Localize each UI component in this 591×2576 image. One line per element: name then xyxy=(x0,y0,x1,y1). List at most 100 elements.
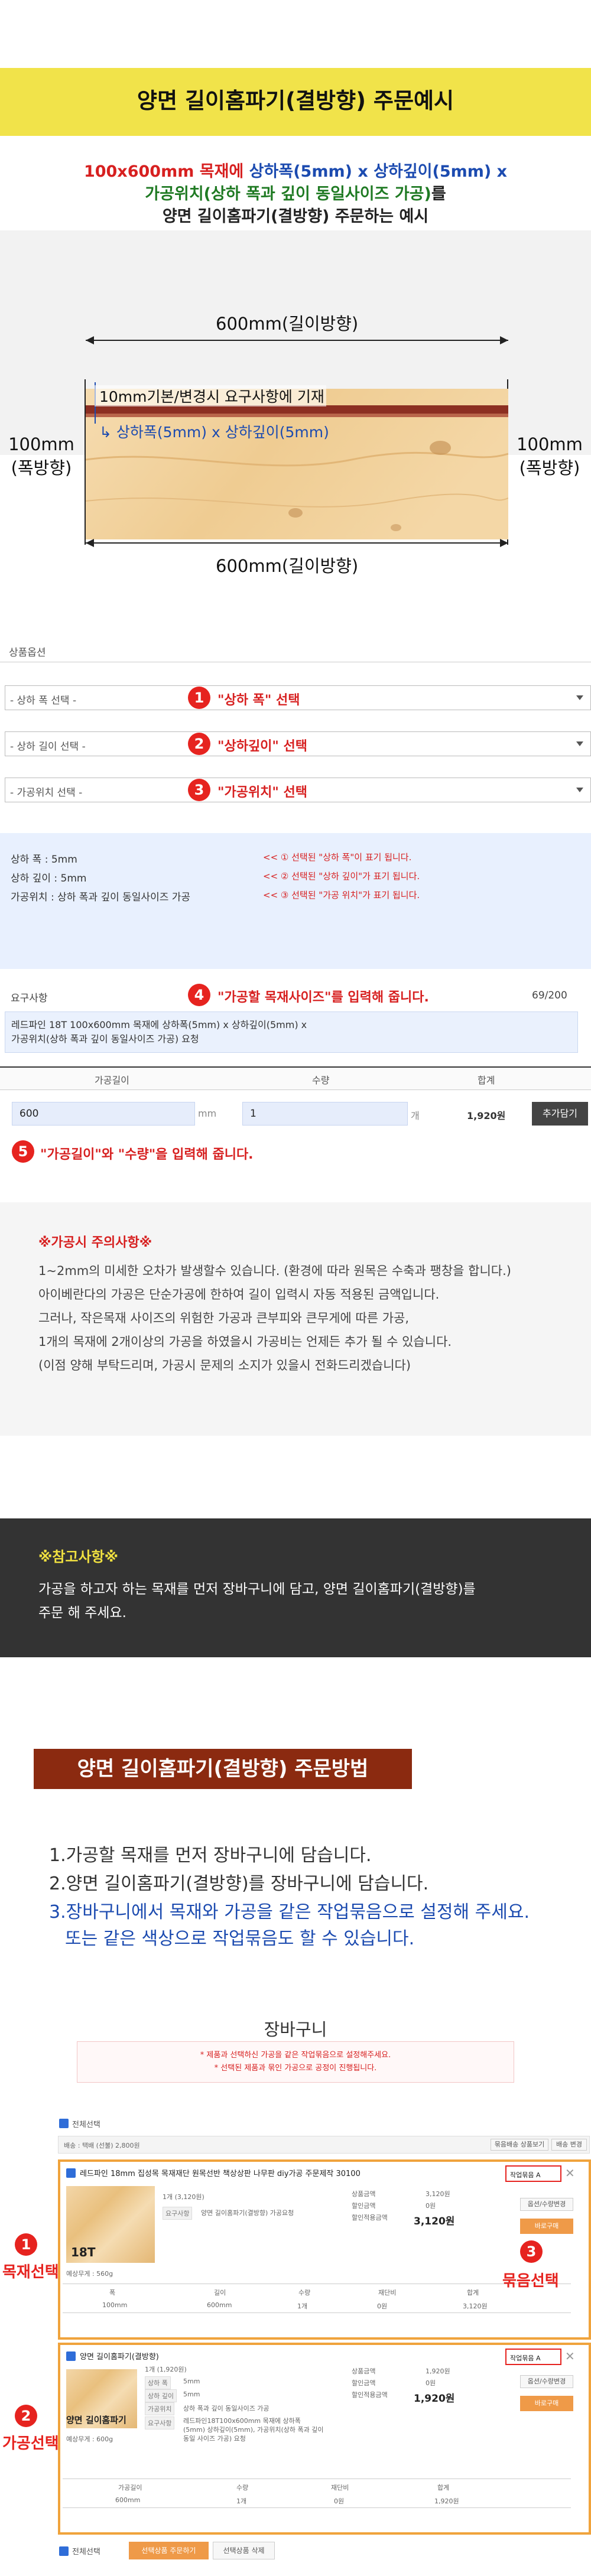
work-group-select[interactable]: 작업묶음 A xyxy=(505,2165,561,2182)
step-badge-5: 5 xyxy=(12,1140,34,1163)
cart-notice: * 제품과 선택하신 가공을 같은 작업묶음으로 설정해주세요. * 선택된 제… xyxy=(77,2041,514,2083)
order-selected-button[interactable]: 선택상품 주문하기 xyxy=(129,2542,209,2559)
col-total: 합계 xyxy=(478,1075,495,1086)
selected-depth: 상하 깊이 : 5mm xyxy=(11,873,87,884)
spec-value: 3,120원 xyxy=(463,2302,488,2310)
position-select-note: "가공위치" 선택 xyxy=(217,785,308,800)
cart-badge-3: 3 xyxy=(520,2240,543,2263)
item-spec-table xyxy=(63,2284,571,2313)
method-step2: 2.양면 길이홈파기(결방향)를 장바구니에 담습니다. xyxy=(49,1874,429,1894)
buy-now-button[interactable]: 바로구매 xyxy=(520,2219,573,2234)
change-option-button[interactable]: 옵션/수량변경 xyxy=(520,2198,573,2211)
close-icon[interactable]: ✕ xyxy=(565,2349,575,2363)
caution-title: ※가공시 주의사항※ xyxy=(38,1235,152,1250)
position-select-value: - 가공위치 선택 - xyxy=(10,787,83,799)
width-select-note: "상하 폭" 선택 xyxy=(217,693,300,708)
sum-value: 0원 xyxy=(426,2202,436,2210)
work-group-value: 작업묶음 A xyxy=(510,2171,541,2179)
reference-line2: 주문 해 주세요. xyxy=(38,1605,126,1621)
intro-position: 가공위치(상하 폭과 깊이 동일사이즈 가공) xyxy=(145,185,431,203)
item-name: 양면 길이홈파기(결방향) xyxy=(80,2353,159,2362)
buy-now-button[interactable]: 바로구매 xyxy=(520,2396,573,2411)
chevron-down-icon xyxy=(576,695,583,700)
request-text-line2: 가공위치(상하 폭과 깊이 동일사이즈 가공) 요청 xyxy=(11,1033,199,1045)
spec-value: 600mm xyxy=(207,2301,232,2309)
caution-line: 1개의 목재에 2개이상의 가공을 하였을시 가공비는 언제든 추가 될 수 있… xyxy=(38,1335,452,1349)
cart-title: 장바구니 xyxy=(264,2019,327,2040)
sum-value: 3,120원 xyxy=(426,2190,450,2198)
quantity-input[interactable]: 1 xyxy=(242,1102,408,1126)
sum-label: 할인금액 xyxy=(352,2379,376,2387)
request-line: 레드파인18T100x600mm 목재에 상하폭 xyxy=(183,2417,301,2425)
close-icon[interactable]: ✕ xyxy=(565,2166,575,2180)
spec-value: 100mm xyxy=(102,2301,128,2309)
select-all-checkbox[interactable] xyxy=(59,2119,69,2128)
sum-label: 할인적용금액 xyxy=(352,2391,388,2399)
top-dimension-line xyxy=(86,340,508,341)
right-dimension-value: 100mm xyxy=(517,434,583,454)
left-dimension: 100mm (폭방향) xyxy=(6,434,77,479)
sum-value: 1,920원 xyxy=(426,2367,450,2375)
spec-head: 가공길이 xyxy=(118,2484,142,2492)
item-option-qty: 1개 (1,920원) xyxy=(145,2366,187,2373)
spec-value: 1,920원 xyxy=(434,2497,459,2505)
caution-line: 1~2mm의 미세한 오차가 발생할수 있습니다. (환경에 따라 원목은 수축… xyxy=(38,1264,511,1278)
method-step3: 3.장바구니에서 목재와 가공을 같은 작업묶음으로 설정해 주세요. xyxy=(49,1902,530,1923)
item-checkbox[interactable] xyxy=(66,2168,76,2178)
option-value: 상하 폭과 깊이 동일사이즈 가공 xyxy=(183,2405,269,2412)
arrow-right-icon: ↳ xyxy=(99,424,112,441)
work-group-select[interactable]: 작업묶음 A xyxy=(505,2349,561,2365)
length-input[interactable]: 600 xyxy=(12,1102,195,1126)
method-banner: 양면 길이홈파기(결방향) 주문방법 xyxy=(34,1749,412,1789)
thumbnail-label: 18T xyxy=(71,2245,96,2259)
cart-notice-line2: * 선택된 제품과 묶인 가공으로 공정이 진행됩니다. xyxy=(214,2064,377,2073)
intro-particle: 를 xyxy=(431,185,446,203)
groove-size-label: ↳ 상하폭(5mm) x 상하깊이(5mm) xyxy=(99,421,329,442)
item-weight: 예상무게 : 600g xyxy=(66,2435,113,2443)
option-tag: 상하 깊이 xyxy=(145,2389,177,2402)
request-note: "가공할 목재사이즈"를 입력해 줍니다. xyxy=(217,990,429,1005)
request-label: 요구사항 xyxy=(11,993,48,1004)
add-to-cart-button[interactable]: 추가담기 xyxy=(532,1102,588,1126)
item-checkbox[interactable] xyxy=(66,2351,76,2361)
item-name: 레드파인 18mm 집성목 목재재단 원목선반 책상상판 나무판 diy가공 주… xyxy=(80,2170,361,2178)
change-option-button[interactable]: 옵션/수량변경 xyxy=(520,2375,573,2388)
top-dimension: 600mm(길이방향) xyxy=(216,314,359,334)
depth-select-value: - 상하 길이 선택 - xyxy=(10,741,86,753)
order-table-header xyxy=(0,1066,591,1090)
delete-selected-button[interactable]: 선택상품 삭제 xyxy=(213,2542,275,2559)
sum-final: 1,920원 xyxy=(414,2393,455,2405)
step-badge-4: 4 xyxy=(188,984,210,1006)
option-tag: 상하 폭 xyxy=(145,2376,171,2389)
method-step3-alt: 또는 같은 색상으로 작업묶음도 할 수 있습니다. xyxy=(65,1928,415,1949)
select-all-label: 전체선택 xyxy=(72,2120,100,2129)
total-price: 1,920원 xyxy=(467,1110,506,1121)
reference-title: ※참고사항※ xyxy=(38,1549,118,1565)
selected-depth-hint: << ② 선택된 "상하 깊이"가 표기 됩니다. xyxy=(263,871,420,882)
select-all-checkbox[interactable] xyxy=(59,2546,69,2556)
spec-value: 0원 xyxy=(377,2302,388,2310)
spec-head: 재단비 xyxy=(378,2289,397,2297)
intro-size: 상하폭(5mm) x 상하깊이(5mm) x xyxy=(249,162,508,181)
sum-final: 3,120원 xyxy=(414,2216,455,2227)
request-char-count: 69/200 xyxy=(532,990,567,1001)
group-ship-button[interactable]: 묶음배송 상품보기 xyxy=(491,2139,548,2151)
selected-width-hint: << ① 선택된 "상하 폭"이 표기 됩니다. xyxy=(263,852,412,863)
method-step1: 1.가공할 목재를 먼저 장바구니에 담습니다. xyxy=(49,1845,372,1866)
item-request-tag: 요구사항 xyxy=(163,2207,193,2220)
option-tag: 가공위치 xyxy=(145,2402,175,2415)
spec-value: 600mm xyxy=(115,2496,141,2504)
caution-line: (이점 양해 부탁드리며, 가공시 문제의 소지가 있을시 전화드리겠습니다) xyxy=(38,1358,411,1372)
request-textarea[interactable]: 레드파인 18T 100x600mm 목재에 상하폭(5mm) x 상하깊이(5… xyxy=(5,1011,578,1053)
change-ship-button[interactable]: 배송 변경 xyxy=(551,2139,587,2151)
spec-head: 합계 xyxy=(437,2484,450,2492)
spec-value: 1개 xyxy=(297,2302,308,2310)
spec-head: 합계 xyxy=(467,2289,479,2297)
thumbnail-label: 양면 길이홈파기 xyxy=(66,2415,126,2425)
length-unit: mm xyxy=(198,1108,217,1119)
left-dimension-value: 100mm xyxy=(8,434,74,454)
arrow-right-icon xyxy=(500,336,508,344)
chevron-down-icon xyxy=(576,788,583,792)
option-value: 5mm xyxy=(183,2377,200,2385)
arrow-left-icon xyxy=(86,539,94,547)
